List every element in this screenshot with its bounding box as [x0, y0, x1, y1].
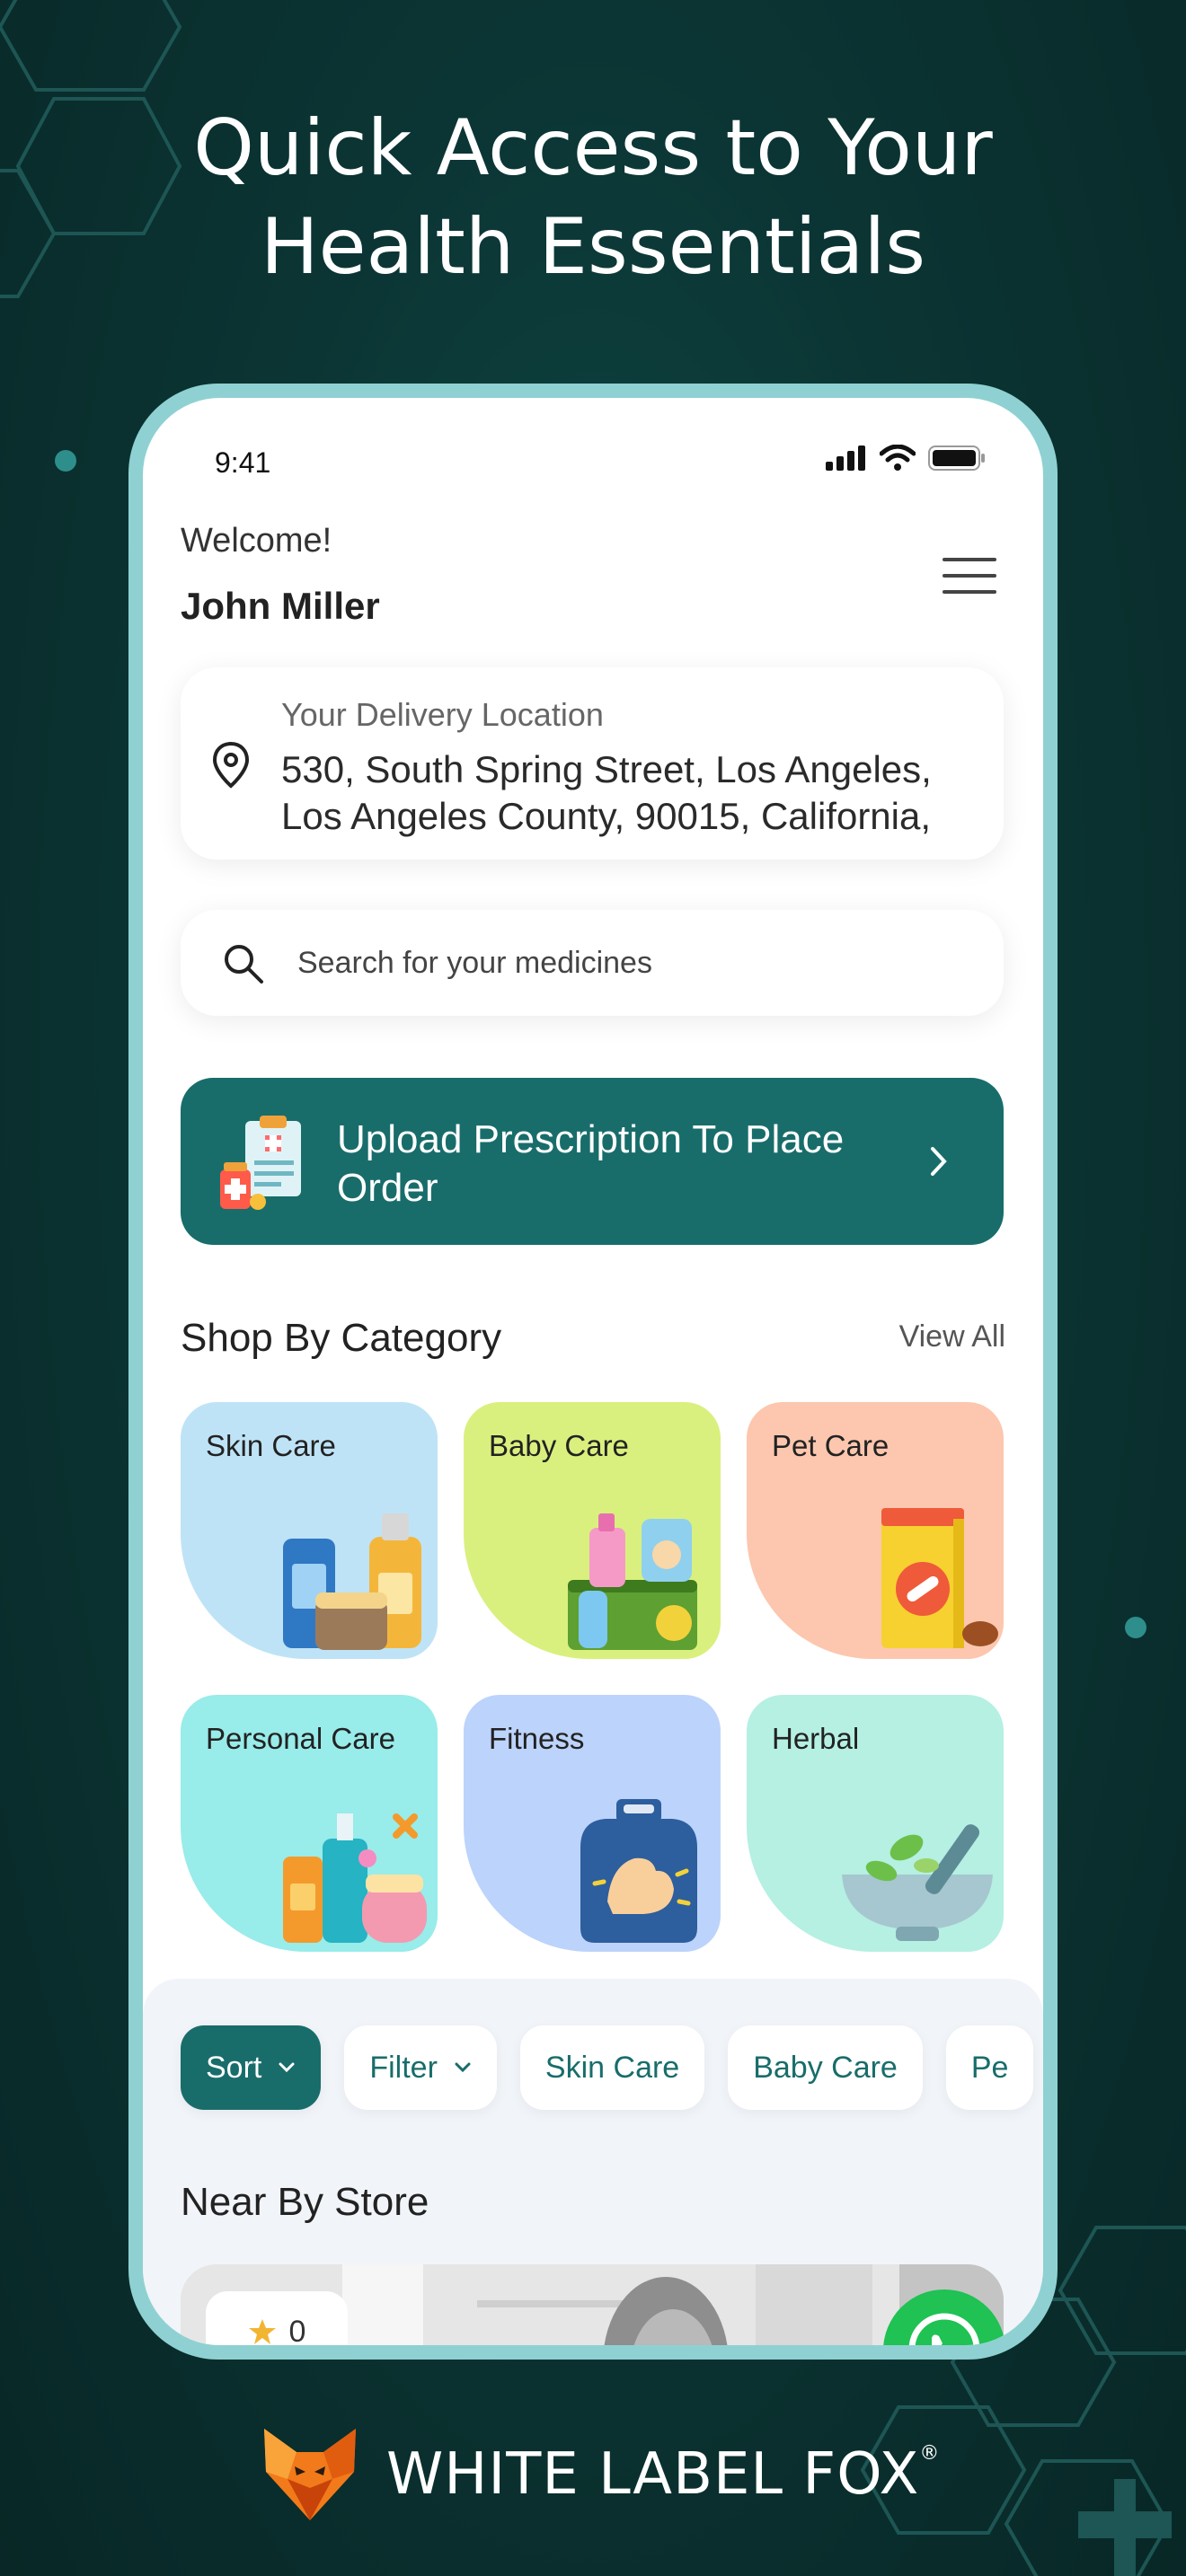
chevron-right-icon: [931, 1147, 947, 1176]
chevron-down-icon: [279, 2062, 295, 2073]
user-name: John Miller: [181, 585, 380, 627]
herbal-mortar-icon: [842, 1824, 993, 1941]
brand-footer: WHITE LABEL FOX®: [261, 2425, 940, 2524]
upload-prescription-line-2: Order: [337, 1166, 438, 1210]
category-label: Pet Care: [772, 1429, 890, 1462]
chip-baby-care[interactable]: Baby Care: [728, 2025, 923, 2110]
delivery-address-line-2: Los Angeles County, 90015, California,: [281, 795, 932, 837]
view-all-link[interactable]: View All: [899, 1319, 1005, 1354]
sort-button[interactable]: Sort: [181, 2025, 322, 2110]
store-rating-value: 0: [288, 2314, 306, 2346]
signal-icon: [826, 446, 865, 471]
baby-care-products-icon: [568, 1513, 697, 1650]
search-input[interactable]: [297, 937, 962, 989]
upload-prescription-button[interactable]: Upload Prescription To Place Order: [181, 1078, 1004, 1245]
chevron-down-icon: [455, 2062, 471, 2073]
brand-name: WHITE LABEL FOX®: [386, 2441, 940, 2508]
category-label: Personal Care: [206, 1722, 395, 1755]
chip-skin-care[interactable]: Skin Care: [519, 2025, 705, 2110]
delivery-location-label: Your Delivery Location: [281, 696, 604, 733]
category-baby-care[interactable]: Baby Care: [464, 1402, 721, 1659]
delivery-address: 530, South Spring Street, Los Angeles, L…: [281, 746, 1000, 840]
page-headline: Quick Access to Your Health Essentials: [0, 99, 1186, 296]
skin-care-products-icon: [283, 1513, 421, 1650]
whatsapp-chat-button[interactable]: [883, 2289, 1005, 2345]
category-skin-care[interactable]: Skin Care: [181, 1402, 438, 1659]
filter-label: Filter: [369, 2050, 438, 2085]
shop-by-category-title: Shop By Category: [181, 1316, 502, 1360]
battery-icon: [928, 446, 985, 471]
welcome-text: Welcome!: [181, 522, 332, 560]
chip-pet-care[interactable]: Pe: [945, 2025, 1034, 2110]
category-pet-care[interactable]: Pet Care: [747, 1402, 1004, 1659]
search-bar[interactable]: [181, 910, 1004, 1016]
sort-label: Sort: [206, 2050, 262, 2085]
search-icon: [225, 945, 263, 984]
headline-line-1: Quick Access to Your: [193, 103, 993, 193]
pet-food-bag-icon: [881, 1508, 998, 1648]
fitness-supplement-bag-icon: [580, 1799, 697, 1943]
category-label: Baby Care: [489, 1429, 629, 1462]
headline-line-2: Health Essentials: [260, 202, 926, 292]
hamburger-menu-icon[interactable]: [943, 558, 996, 597]
upload-prescription-line-1: Upload Prescription To Place: [337, 1117, 845, 1161]
category-herbal[interactable]: Herbal: [747, 1695, 1004, 1952]
filter-chip-row: Sort Filter Skin Care Baby Care Pe: [181, 2025, 1034, 2110]
category-personal-care[interactable]: Personal Care: [181, 1695, 438, 1952]
delivery-address-line-1: 530, South Spring Street, Los Angeles,: [281, 748, 932, 790]
category-label: Fitness: [489, 1722, 585, 1755]
category-label: Skin Care: [206, 1429, 336, 1462]
filter-button[interactable]: Filter: [344, 2025, 497, 2110]
status-icons: [826, 445, 986, 472]
location-pin-icon: [212, 741, 250, 789]
status-time: 9:41: [215, 446, 271, 479]
brand-name-text: WHITE LABEL FOX: [386, 2441, 920, 2508]
delivery-location-card[interactable]: Your Delivery Location 530, South Spring…: [181, 667, 1004, 860]
store-rating: 0: [206, 2291, 348, 2345]
upload-prescription-label: Upload Prescription To Place Order: [337, 1116, 912, 1213]
category-fitness[interactable]: Fitness: [464, 1695, 721, 1952]
near-by-store-title: Near By Store: [181, 2180, 429, 2224]
phone-frame: 9:41 Welcome! John Miller Your Delivery …: [128, 384, 1058, 2360]
category-label: Herbal: [772, 1722, 860, 1755]
fox-logo-icon: [264, 2429, 356, 2520]
personal-care-products-icon: [283, 1813, 427, 1943]
registered-mark: ®: [919, 2442, 941, 2465]
prescription-clipboard-icon: [220, 1116, 301, 1210]
whatsapp-icon: [908, 2313, 980, 2345]
star-icon: [248, 2319, 276, 2344]
phone-screen: 9:41 Welcome! John Miller Your Delivery …: [143, 398, 1043, 2345]
wifi-icon: [880, 445, 916, 471]
